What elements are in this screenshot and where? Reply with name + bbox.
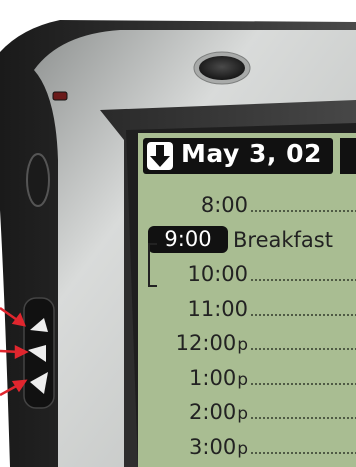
time-suffix: p: [237, 404, 248, 424]
time-value: 12:00: [175, 331, 237, 355]
time-slot-label: 2:00p: [189, 396, 248, 428]
time-suffix: p: [237, 335, 248, 355]
time-slot-label: 11:00: [187, 293, 248, 325]
empty-slot-dotted-line: [251, 279, 356, 281]
schedule-row[interactable]: 12:00p: [138, 327, 356, 359]
time-suffix: p: [237, 438, 248, 459]
time-slot-label: 1:00p: [189, 362, 248, 394]
device-scene: May 3, 02 8:00 9:00 Breakfast 10:00 11:00 12:…: [0, 0, 356, 467]
time-slot-label: 9:00: [148, 225, 228, 253]
schedule-row[interactable]: 11:00: [138, 293, 356, 325]
time-suffix: p: [237, 369, 248, 390]
lcd-screen: May 3, 02 8:00 9:00 Breakfast 10:00 11:00 12:…: [138, 133, 356, 467]
schedule-row[interactable]: 3:00p: [138, 431, 356, 463]
schedule-row[interactable]: 8:00: [138, 189, 356, 221]
schedule-row[interactable]: 1:00p: [138, 362, 356, 394]
empty-slot-dotted-line: [251, 382, 356, 385]
schedule-row[interactable]: 9:00 Breakfast: [138, 224, 356, 256]
time-value: 3:00: [189, 434, 237, 459]
top-button-icon: [199, 56, 245, 80]
down-arrow-icon[interactable]: [147, 142, 173, 170]
time-value: 9:00: [164, 226, 212, 251]
date-label: May 3, 02: [181, 139, 322, 168]
stylus-button-icon: [26, 153, 50, 207]
time-slot-label: 8:00: [201, 189, 248, 221]
empty-slot-dotted-line: [251, 210, 356, 212]
time-value: 10:00: [187, 262, 248, 286]
schedule-row[interactable]: 10:00: [138, 258, 356, 290]
time-slot-label: 3:00p: [189, 431, 248, 463]
time-slot-label: 10:00: [187, 258, 248, 290]
schedule-row[interactable]: 2:00p: [138, 396, 356, 428]
event-title[interactable]: Breakfast: [233, 224, 333, 256]
empty-slot-dotted-line: [251, 348, 356, 350]
empty-slot-dotted-line: [251, 313, 356, 316]
speaker-grille-icon: [52, 91, 68, 101]
time-value: 11:00: [187, 296, 248, 321]
date-bar: May 3, 02: [143, 138, 333, 174]
time-value: 2:00: [189, 400, 237, 424]
date-header[interactable]: May 3, 02: [143, 138, 333, 174]
selection-bracket: [148, 243, 157, 287]
time-value: 8:00: [200, 193, 248, 217]
header-right-segment: [340, 138, 356, 174]
down-arrow-glyph: [150, 145, 170, 167]
empty-slot-dotted-line: [251, 417, 356, 419]
empty-slot-dotted-line: [251, 451, 356, 454]
time-value: 1:00: [189, 365, 237, 390]
time-slot-label: 12:00p: [176, 327, 248, 359]
